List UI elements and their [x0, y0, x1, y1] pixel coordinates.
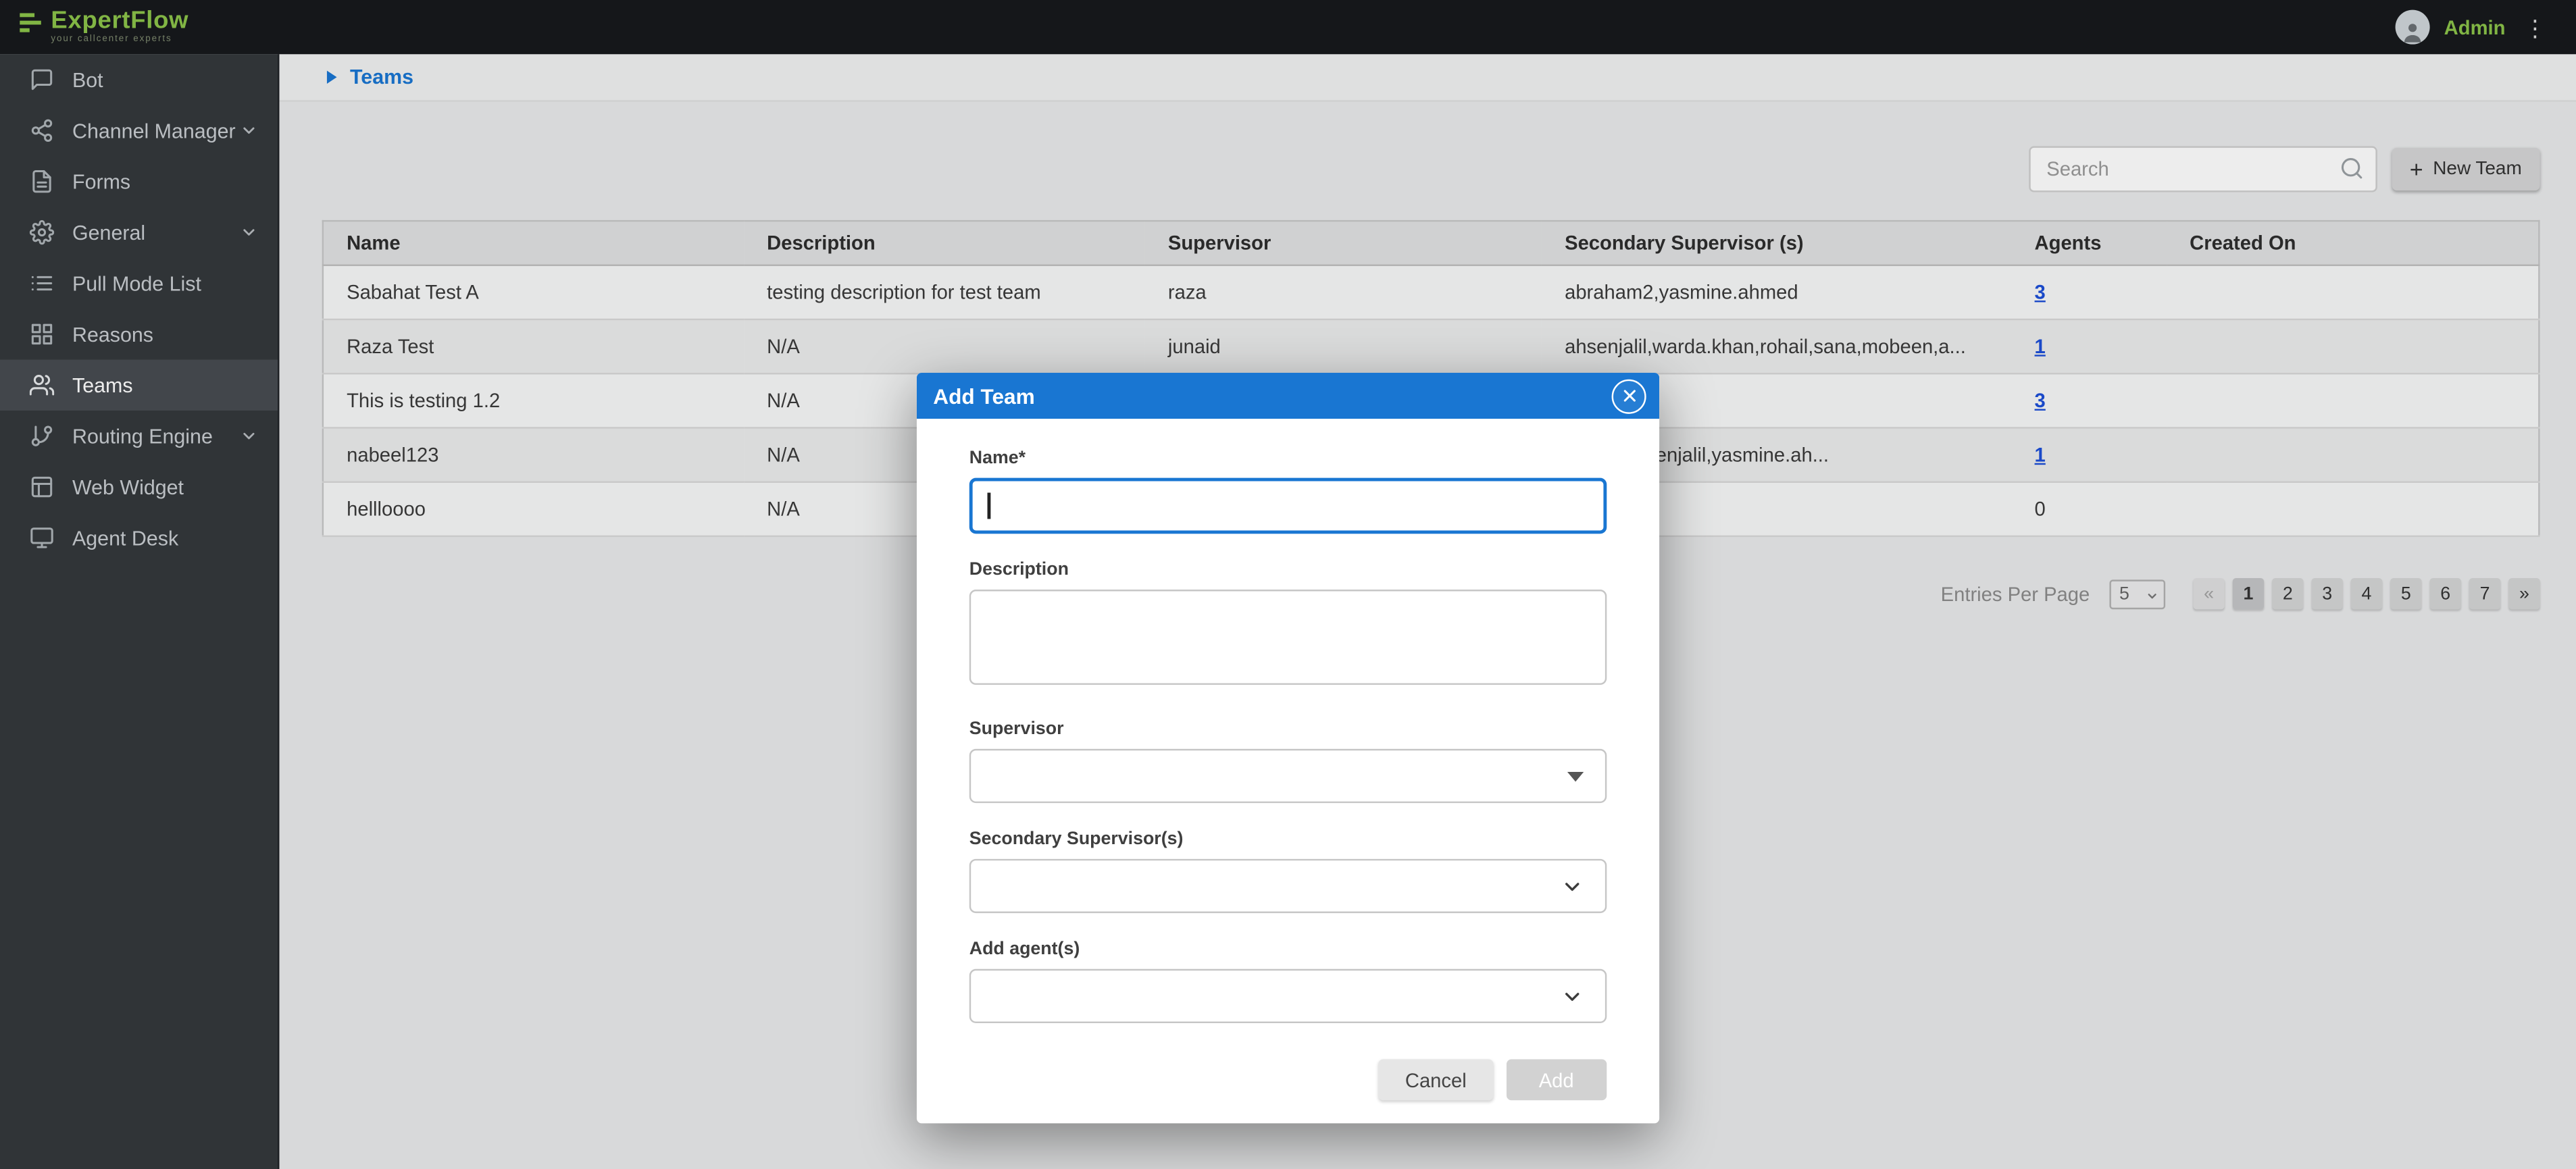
supervisor-select[interactable]	[969, 749, 1607, 803]
description-label: Description	[969, 560, 1607, 579]
chevron-down-icon	[1561, 875, 1584, 898]
secondary-supervisors-select[interactable]	[969, 859, 1607, 913]
add-agents-label: Add agent(s)	[969, 939, 1607, 959]
dropdown-arrow-icon	[1567, 771, 1584, 781]
secondary-supervisors-label: Secondary Supervisor(s)	[969, 829, 1607, 849]
team-name-input[interactable]	[969, 478, 1607, 534]
modal-header: Add Team	[917, 373, 1659, 419]
add-agents-select[interactable]	[969, 969, 1607, 1023]
close-icon	[1621, 388, 1637, 404]
name-label: Name*	[969, 448, 1607, 468]
add-team-modal: Add Team Name* Description Supervisor	[917, 373, 1659, 1123]
chevron-down-icon	[1561, 985, 1584, 1008]
modal-body: Name* Description Supervisor Secondary S…	[917, 419, 1659, 1123]
add-button[interactable]: Add	[1506, 1060, 1607, 1101]
cancel-button[interactable]: Cancel	[1379, 1060, 1493, 1101]
text-caret	[988, 493, 990, 519]
close-button[interactable]	[1612, 379, 1646, 413]
modal-title: Add Team	[933, 384, 1035, 408]
supervisor-label: Supervisor	[969, 719, 1607, 739]
team-description-textarea[interactable]	[969, 590, 1607, 685]
app-window: ExpertFlow your callcenter experts Admin…	[0, 0, 2576, 1169]
